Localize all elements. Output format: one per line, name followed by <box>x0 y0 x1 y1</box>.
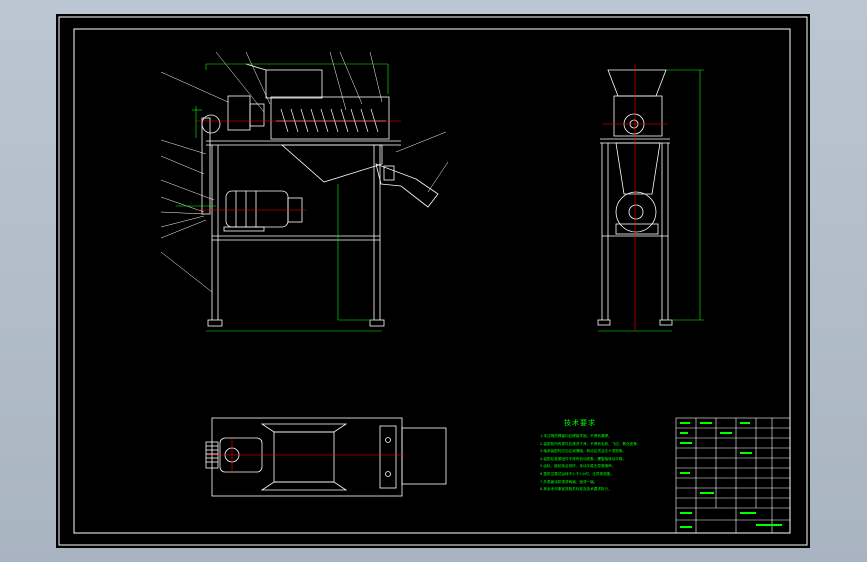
motor-base <box>223 226 265 232</box>
requirement-item: 8.其余未尽事宜按相关标准及技术要求执行。 <box>540 487 612 492</box>
discharge-chute <box>375 163 439 208</box>
requirement-item: 7.外表面涂防锈漆两遍、面漆一遍。 <box>540 479 598 484</box>
top-hopper-slope <box>260 423 348 433</box>
requirement-item: 4.装配后各紧固件不得有松动现象，螺旋轴转动平稳。 <box>540 456 627 461</box>
top-outline <box>211 417 403 497</box>
foot-right <box>369 319 385 327</box>
screw-barrel <box>270 96 390 140</box>
side-barrel <box>613 95 663 137</box>
technical-requirements-title: 技术要求 <box>564 419 596 427</box>
side-trough <box>615 142 661 195</box>
requirement-item: 1.未注明的焊缝均应焊接牢固，不得有漏焊。 <box>540 434 612 438</box>
top-view <box>205 417 447 497</box>
requirement-item: 6.整机空载试运转不少于2小时，无异常现象。 <box>540 471 614 476</box>
top-chute <box>401 427 447 485</box>
side-motor-base <box>615 223 659 235</box>
front-centerlines <box>196 120 401 211</box>
side-foot-left <box>597 319 611 326</box>
front-view <box>160 51 449 327</box>
top-bearing-block <box>379 425 397 489</box>
leader-lines <box>160 51 449 293</box>
electric-motor-icon <box>225 190 289 228</box>
cad-viewport[interactable]: 技术要求 1.未注明的焊缝均应焊接牢固，不得有漏焊。 2.装配前所有零件应清洗干… <box>0 0 867 562</box>
requirement-item: 5.齿轮、链轮啮合良好，传动平稳无异常噪声。 <box>540 464 616 469</box>
top-hopper-opening <box>273 431 335 483</box>
hopper-edge <box>245 63 267 71</box>
coupling <box>249 103 265 127</box>
side-centerlines <box>602 64 668 331</box>
side-foot-right <box>659 319 673 326</box>
technical-requirements-list: 1.未注明的焊缝均应焊接牢固，不得有漏焊。 2.装配前所有零件应清洗干净，不得有… <box>540 433 730 494</box>
helical-screw-icon <box>276 108 386 133</box>
foot-left <box>207 319 223 327</box>
drawing-sheet: 技术要求 1.未注明的焊缝均应焊接牢固，不得有漏焊。 2.装配前所有零件应清洗干… <box>56 14 810 548</box>
slag-outlet <box>383 165 395 181</box>
bearing-housing <box>227 95 251 131</box>
top-centerlines <box>206 438 404 472</box>
requirement-item: 3.轴承装配时应加注润滑脂，转动应灵活无卡滞现象。 <box>540 449 627 454</box>
requirement-item: 2.装配前所有零件应清洗干净，不得有毛刺、飞边、氧化皮等。 <box>540 441 641 446</box>
side-hopper <box>607 69 667 97</box>
front-hopper <box>265 69 323 99</box>
collection-trough <box>280 144 383 183</box>
side-motor <box>615 191 657 233</box>
